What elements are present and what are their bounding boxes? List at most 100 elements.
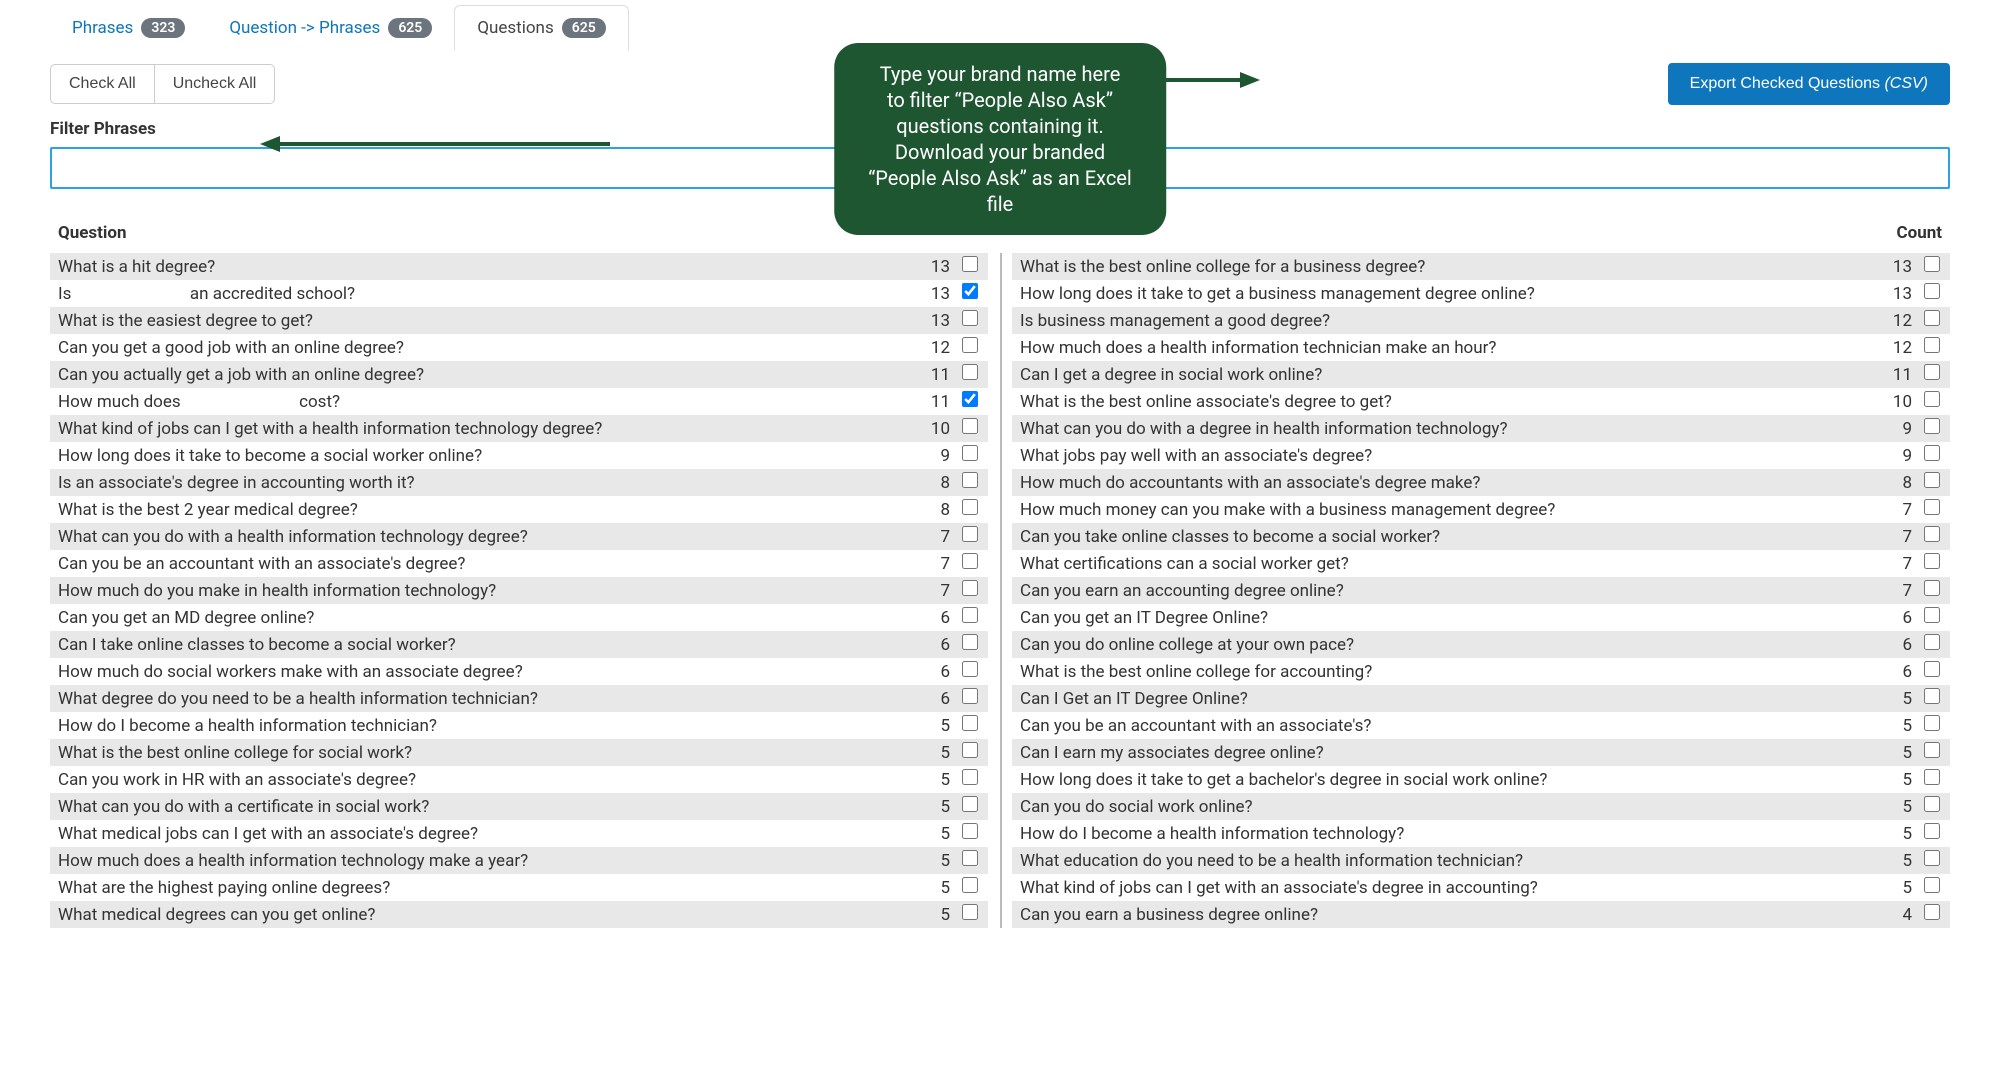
row-checkbox[interactable] bbox=[1924, 445, 1940, 461]
question-count: 9 bbox=[1872, 446, 1922, 466]
row-checkbox[interactable] bbox=[962, 472, 978, 488]
row-checkbox[interactable] bbox=[962, 607, 978, 623]
row-checkbox[interactable] bbox=[962, 526, 978, 542]
table-row: Can I Get an IT Degree Online?5 bbox=[1012, 685, 1950, 712]
question-text: What medical degrees can you get online? bbox=[58, 905, 910, 925]
row-checkbox[interactable] bbox=[1924, 418, 1940, 434]
row-checkbox[interactable] bbox=[962, 877, 978, 893]
row-checkbox[interactable] bbox=[962, 850, 978, 866]
row-checkbox[interactable] bbox=[962, 391, 978, 407]
export-label: Export Checked Questions bbox=[1690, 75, 1885, 92]
question-count: 12 bbox=[910, 338, 960, 358]
tab-label: Questions bbox=[477, 18, 553, 38]
table-row: How much money can you make with a busin… bbox=[1012, 496, 1950, 523]
check-all-button[interactable]: Check All bbox=[50, 64, 155, 104]
row-checkbox[interactable] bbox=[1924, 850, 1940, 866]
question-text: Can I earn my associates degree online? bbox=[1020, 743, 1872, 763]
table-row: What is the best online associate's degr… bbox=[1012, 388, 1950, 415]
tab-question-phrases[interactable]: Question -> Phrases625 bbox=[207, 5, 454, 51]
question-count: 7 bbox=[1872, 554, 1922, 574]
annotation-callout: Type your brand name here to filter “Peo… bbox=[834, 43, 1166, 235]
question-text: Can you get an IT Degree Online? bbox=[1020, 608, 1872, 628]
row-checkbox[interactable] bbox=[962, 580, 978, 596]
row-checkbox[interactable] bbox=[1924, 472, 1940, 488]
row-checkbox[interactable] bbox=[1924, 607, 1940, 623]
row-checkbox[interactable] bbox=[962, 904, 978, 920]
question-text: How much does a health information techn… bbox=[58, 851, 910, 871]
uncheck-all-button[interactable]: Uncheck All bbox=[155, 64, 276, 104]
question-count: 5 bbox=[910, 770, 960, 790]
row-checkbox[interactable] bbox=[1924, 634, 1940, 650]
table-row: What is the best online college for acco… bbox=[1012, 658, 1950, 685]
tab-questions[interactable]: Questions625 bbox=[454, 5, 628, 51]
question-count: 9 bbox=[1872, 419, 1922, 439]
row-checkbox[interactable] bbox=[962, 445, 978, 461]
row-checkbox[interactable] bbox=[962, 742, 978, 758]
table-row: What are the highest paying online degre… bbox=[50, 874, 988, 901]
row-checkbox[interactable] bbox=[1924, 337, 1940, 353]
question-text: What is the best online college for a bu… bbox=[1020, 257, 1872, 277]
row-checkbox[interactable] bbox=[962, 688, 978, 704]
table-row: What medical degrees can you get online?… bbox=[50, 901, 988, 928]
question-text: What are the highest paying online degre… bbox=[58, 878, 910, 898]
row-checkbox[interactable] bbox=[962, 823, 978, 839]
table-row: How much does cost?11 bbox=[50, 388, 988, 415]
question-count: 12 bbox=[1872, 338, 1922, 358]
row-checkbox[interactable] bbox=[1924, 391, 1940, 407]
tab-phrases[interactable]: Phrases323 bbox=[50, 5, 207, 51]
row-checkbox[interactable] bbox=[1924, 877, 1940, 893]
row-checkbox[interactable] bbox=[962, 715, 978, 731]
redacted-text bbox=[76, 287, 186, 301]
row-checkbox[interactable] bbox=[1924, 769, 1940, 785]
row-checkbox[interactable] bbox=[1924, 553, 1940, 569]
row-checkbox[interactable] bbox=[1924, 526, 1940, 542]
row-checkbox[interactable] bbox=[962, 661, 978, 677]
question-text: Can you work in HR with an associate's d… bbox=[58, 770, 910, 790]
row-checkbox[interactable] bbox=[1924, 715, 1940, 731]
check-buttons: Check All Uncheck All bbox=[50, 64, 275, 104]
question-count: 6 bbox=[910, 689, 960, 709]
row-checkbox[interactable] bbox=[1924, 796, 1940, 812]
row-checkbox[interactable] bbox=[1924, 904, 1940, 920]
question-count: 7 bbox=[910, 527, 960, 547]
row-checkbox[interactable] bbox=[962, 310, 978, 326]
row-checkbox[interactable] bbox=[962, 283, 978, 299]
row-checkbox[interactable] bbox=[962, 499, 978, 515]
question-text: Can you actually get a job with an onlin… bbox=[58, 365, 910, 385]
row-checkbox[interactable] bbox=[1924, 256, 1940, 272]
row-checkbox[interactable] bbox=[1924, 742, 1940, 758]
row-checkbox[interactable] bbox=[1924, 580, 1940, 596]
question-count: 11 bbox=[910, 392, 960, 412]
question-count: 8 bbox=[910, 500, 960, 520]
row-checkbox[interactable] bbox=[962, 337, 978, 353]
row-checkbox[interactable] bbox=[962, 364, 978, 380]
row-checkbox[interactable] bbox=[1924, 310, 1940, 326]
row-checkbox[interactable] bbox=[962, 553, 978, 569]
row-checkbox[interactable] bbox=[962, 418, 978, 434]
question-text: What is the best online associate's degr… bbox=[1020, 392, 1872, 412]
question-text: How much do accountants with an associat… bbox=[1020, 473, 1872, 493]
row-checkbox[interactable] bbox=[1924, 283, 1940, 299]
question-count: 7 bbox=[1872, 527, 1922, 547]
row-checkbox[interactable] bbox=[1924, 499, 1940, 515]
question-text: How much does a health information techn… bbox=[1020, 338, 1872, 358]
table-row: Can you get an IT Degree Online?6 bbox=[1012, 604, 1950, 631]
table-row: Can you be an accountant with an associa… bbox=[1012, 712, 1950, 739]
table-row: What is the best online college for soci… bbox=[50, 739, 988, 766]
row-checkbox[interactable] bbox=[962, 256, 978, 272]
row-checkbox[interactable] bbox=[1924, 364, 1940, 380]
question-text: How do I become a health information tec… bbox=[1020, 824, 1872, 844]
question-text: Can you take online classes to become a … bbox=[1020, 527, 1872, 547]
question-count: 7 bbox=[910, 581, 960, 601]
question-count: 5 bbox=[910, 878, 960, 898]
table-row: How long does it take to get a bachelor'… bbox=[1012, 766, 1950, 793]
row-checkbox[interactable] bbox=[962, 796, 978, 812]
row-checkbox[interactable] bbox=[962, 634, 978, 650]
export-button[interactable]: Export Checked Questions (CSV) bbox=[1668, 63, 1950, 105]
row-checkbox[interactable] bbox=[962, 769, 978, 785]
table-row: Is business management a good degree?12 bbox=[1012, 307, 1950, 334]
row-checkbox[interactable] bbox=[1924, 688, 1940, 704]
row-checkbox[interactable] bbox=[1924, 661, 1940, 677]
table-row: How much do you make in health informati… bbox=[50, 577, 988, 604]
row-checkbox[interactable] bbox=[1924, 823, 1940, 839]
